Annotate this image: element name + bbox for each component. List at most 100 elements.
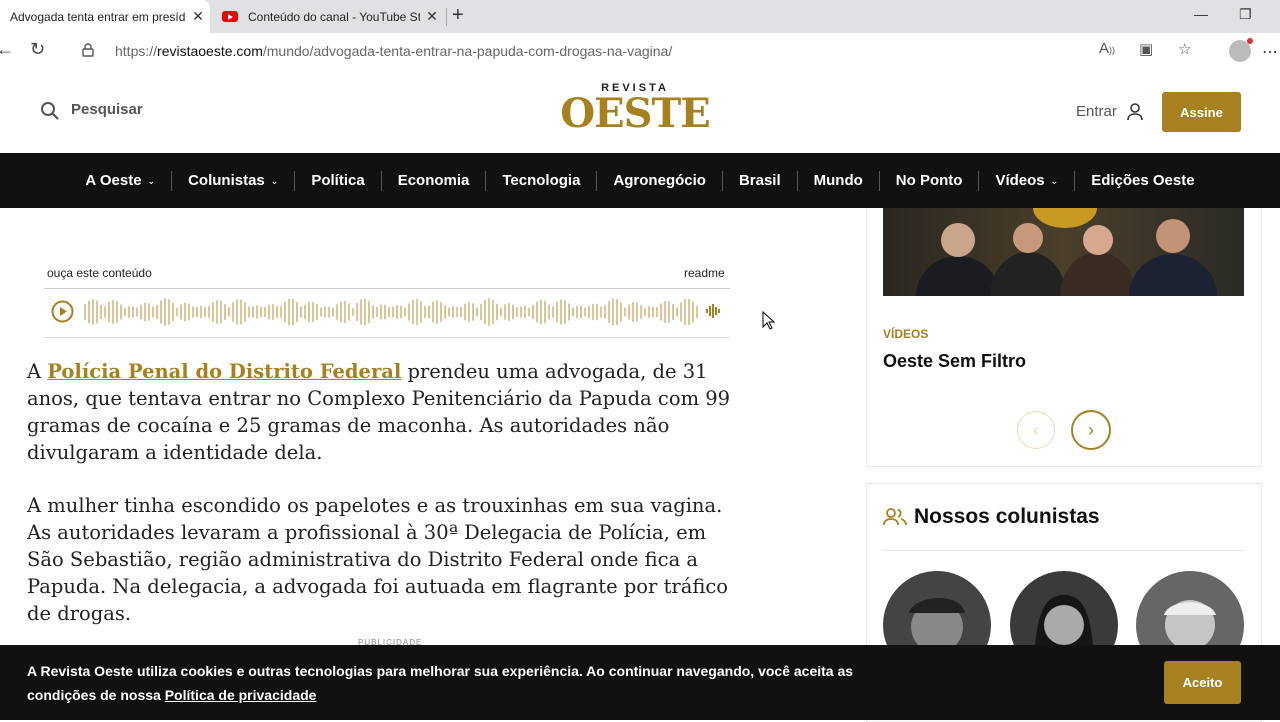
waveform-bar — [468, 302, 470, 322]
nav-item-vídeos[interactable]: Vídeos ⌄ — [979, 170, 1076, 191]
carousel-prev-button[interactable]: ‹ — [1017, 411, 1055, 449]
waveform-bar — [264, 306, 266, 318]
video-title[interactable]: Oeste Sem Filtro — [883, 351, 1026, 372]
address-bar[interactable]: https://revistaoeste.com/mundo/advogada-… — [68, 36, 1268, 66]
waveform-bar — [572, 307, 574, 317]
read-aloud-icon[interactable]: A)) — [1099, 40, 1115, 57]
url-path: /mundo/advogada-tenta-entrar-na-papuda-c… — [262, 43, 673, 59]
waveform-bar — [460, 306, 462, 318]
lock-icon[interactable] — [82, 43, 94, 57]
nav-item-política[interactable]: Política — [295, 170, 382, 191]
waveform-bar — [524, 305, 526, 319]
play-icon[interactable] — [51, 300, 74, 323]
waveform-bar — [200, 305, 202, 319]
nav-items: A Oeste ⌄ Colunistas ⌄ Política Economia Tecno… — [0, 153, 1280, 208]
waveform-bar — [372, 305, 374, 319]
waveform-bar — [140, 304, 142, 320]
waveform-bar — [268, 304, 270, 320]
waveform-bar — [392, 306, 394, 318]
waveform-bar — [104, 305, 106, 319]
waveform-bar — [400, 305, 402, 319]
audio-provider-label[interactable]: readme — [684, 266, 725, 280]
waveform-bar — [688, 298, 690, 326]
waveform-bar — [188, 303, 190, 321]
waveform-bar — [512, 304, 514, 320]
profile-avatar[interactable] — [1229, 38, 1253, 62]
nav-item-tecnologia[interactable]: Tecnologia — [486, 170, 598, 191]
tab-close-icon[interactable]: ✕ — [420, 8, 444, 25]
nav-item-mundo[interactable]: Mundo — [798, 170, 880, 191]
waveform-bar — [364, 298, 366, 326]
divider — [44, 288, 730, 289]
cookie-text: A Revista Oeste utiliza cookies e outras… — [27, 663, 854, 703]
waveform-bar — [284, 301, 286, 323]
nav-item-no-ponto[interactable]: No Ponto — [880, 170, 980, 191]
waveform-bar — [296, 301, 298, 323]
reload-icon[interactable]: ↻ — [30, 39, 45, 60]
accept-cookies-button[interactable]: Aceito — [1164, 661, 1241, 704]
waveform-bar — [356, 302, 358, 322]
waveform-bar — [388, 306, 390, 318]
waveform-bar — [508, 302, 510, 322]
nav-item-agronegócio[interactable]: Agronegócio — [597, 170, 723, 191]
search-icon[interactable] — [40, 101, 60, 121]
waveform-bar — [528, 307, 530, 317]
menu-icon[interactable]: ⋯ — [1262, 42, 1279, 62]
user-icon[interactable] — [1127, 103, 1143, 121]
nav-item-edições-oeste[interactable]: Edições Oeste — [1075, 171, 1210, 191]
minimize-icon[interactable]: — — [1194, 6, 1208, 22]
waveform-bar — [316, 303, 318, 321]
tab-title: Conteúdo do canal - YouTube Studio — [248, 9, 420, 24]
waveform-bar — [488, 298, 490, 326]
waveform-bar — [424, 305, 426, 319]
waveform-bar — [256, 305, 258, 319]
waveform-bar — [600, 306, 602, 318]
nav-item-label: Política — [311, 171, 365, 189]
audio-waveform[interactable] — [84, 296, 700, 328]
waveform-bar — [476, 307, 478, 317]
privacy-policy-link[interactable]: Política de privacidade — [165, 687, 317, 703]
nav-item-colunistas[interactable]: Colunistas ⌄ — [172, 170, 296, 191]
nav-item-economia[interactable]: Economia — [382, 170, 487, 191]
login-link[interactable]: Entrar — [1076, 103, 1117, 120]
back-icon[interactable]: ← — [0, 39, 14, 60]
waveform-bar — [172, 302, 174, 322]
video-category-tag[interactable]: VÍDEOS — [883, 327, 928, 341]
url-host: revistaoeste.com — [157, 43, 263, 59]
video-thumbnail[interactable] — [883, 208, 1244, 296]
waveform-bar — [288, 298, 290, 326]
waveform-bar — [236, 299, 238, 325]
nav-item-a-oeste[interactable]: A Oeste ⌄ — [69, 170, 173, 191]
waveform-bar — [648, 306, 650, 318]
waveform-bar — [384, 304, 386, 320]
tab-article[interactable]: Advogada tenta entrar em presídio ✕ — [0, 0, 210, 33]
waveform-bar — [96, 300, 98, 324]
carousel-next-button[interactable]: › — [1071, 410, 1111, 450]
site-logo[interactable]: REVISTA OESTE — [560, 82, 710, 134]
waveform-bar — [224, 303, 226, 321]
cookie-banner: A Revista Oeste utiliza cookies e outras… — [0, 645, 1280, 720]
search-label[interactable]: Pesquisar — [71, 101, 143, 118]
tab-youtube-studio[interactable]: Conteúdo do canal - YouTube Studio ✕ — [212, 0, 444, 33]
waveform-bar — [332, 307, 334, 317]
subscribe-button[interactable]: Assine — [1162, 92, 1241, 132]
waveform-bar — [88, 300, 90, 324]
waveform-bar — [696, 305, 698, 319]
waveform-bar — [404, 307, 406, 317]
waveform-bar — [232, 302, 234, 322]
waveform-bar — [408, 303, 410, 321]
waveform-bar — [176, 307, 178, 317]
new-tab-icon[interactable]: + — [452, 4, 464, 27]
immersive-reader-icon[interactable]: ▣ — [1139, 40, 1153, 58]
favorite-star-icon[interactable]: ☆ — [1178, 40, 1191, 58]
waveform-bar — [596, 303, 598, 321]
policia-penal-link[interactable]: Polícia Penal do Distrito Federal — [47, 360, 401, 383]
nav-item-label: Vídeos — [995, 171, 1045, 189]
site-header: Pesquisar REVISTA OESTE Entrar Assine — [0, 70, 1280, 153]
waveform-bar — [92, 298, 94, 326]
restore-icon[interactable]: ❐ — [1239, 6, 1252, 23]
waveform-bar — [472, 303, 474, 321]
tab-close-icon[interactable]: ✕ — [186, 8, 210, 25]
waveform-bar — [556, 301, 558, 323]
nav-item-brasil[interactable]: Brasil — [723, 170, 798, 191]
